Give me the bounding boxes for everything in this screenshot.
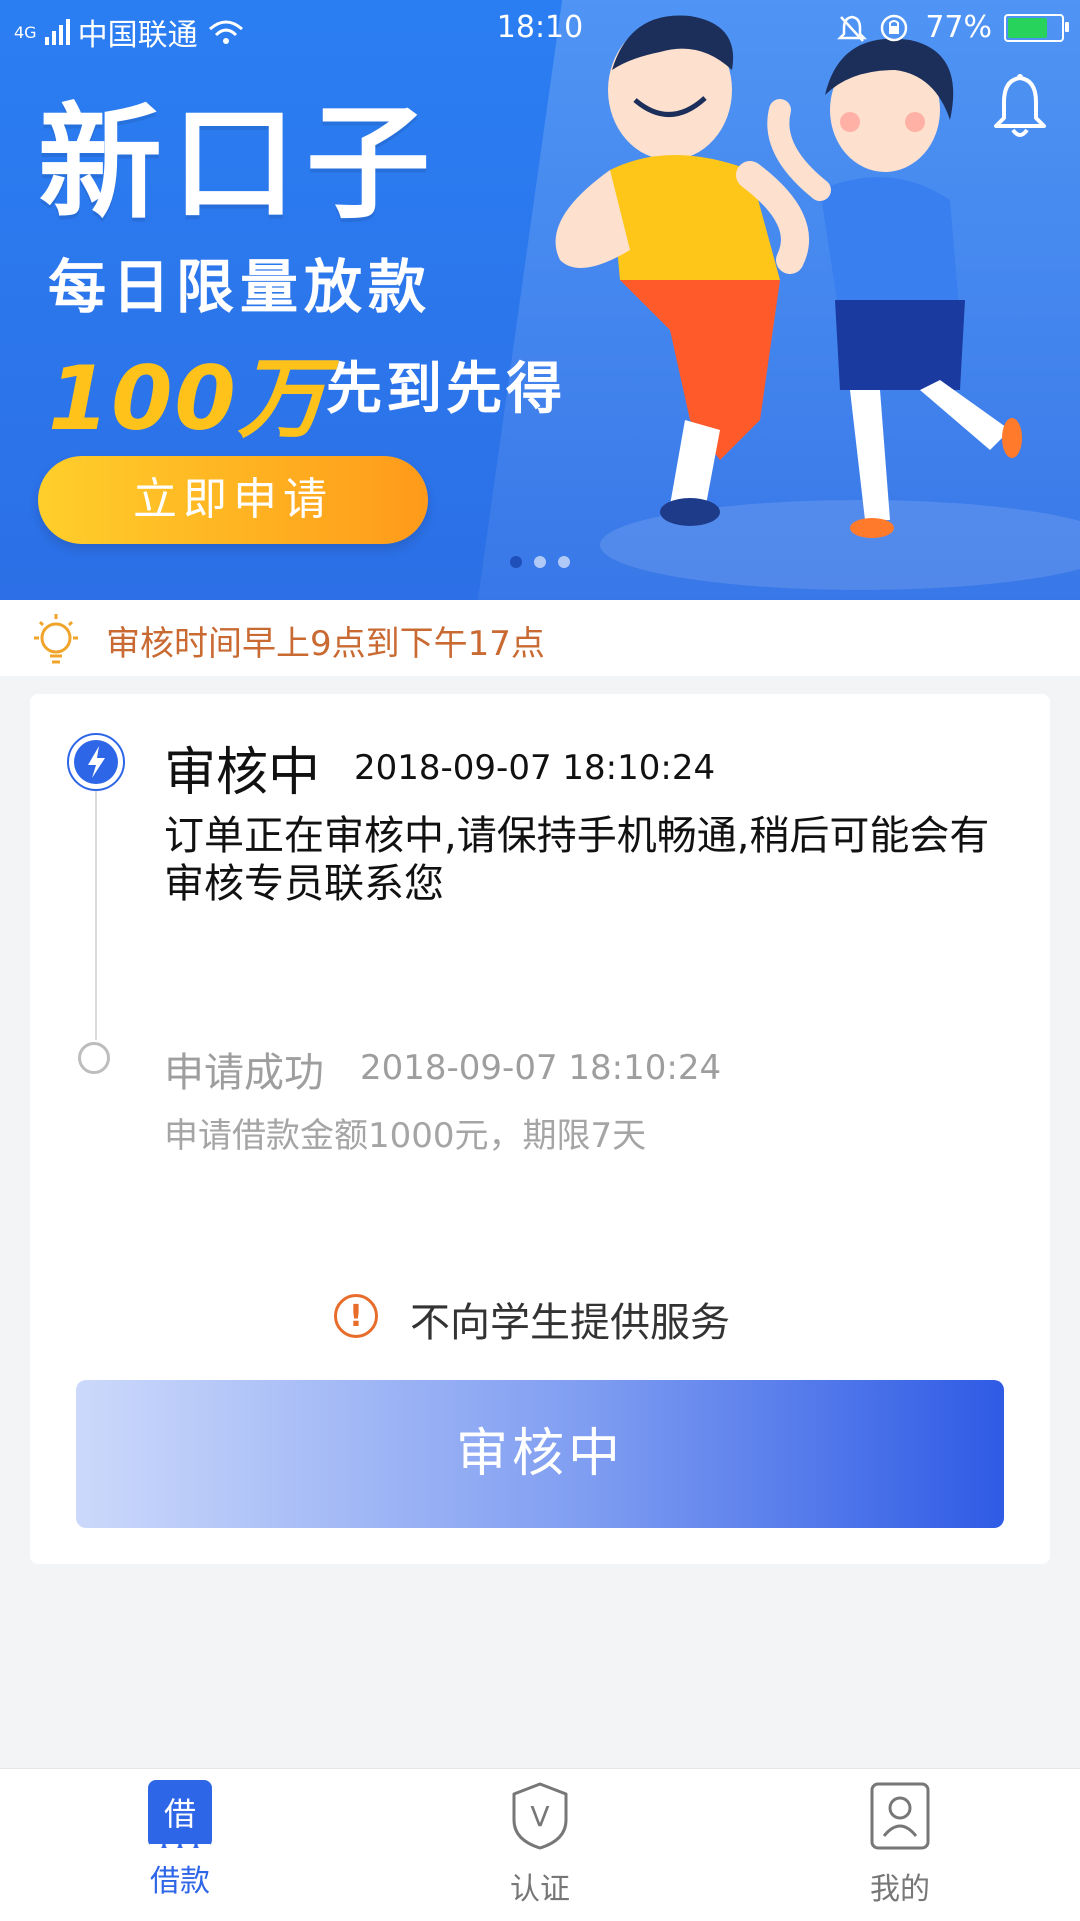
shield-icon-letter: V [530, 1800, 549, 1833]
pending-circle-icon [78, 1042, 110, 1074]
step-reviewing-time: 2018-09-07 18:10:24 [354, 748, 716, 788]
timeline-connector [95, 790, 97, 1040]
user-profile-icon [870, 1782, 930, 1850]
promo-amount: 100万 [48, 347, 328, 450]
nav-tab-loan[interactable]: 借 借款 [80, 1780, 280, 1900]
step-reviewing-desc: 订单正在审核中,请保持手机畅通,稍后可能会有审核专员联系您 [164, 813, 990, 907]
nav-tab-auth-label: 认证 [510, 1872, 570, 1907]
exclamation-icon: ! [334, 1294, 378, 1338]
rotation-lock-icon [881, 14, 908, 41]
banner-dot-2[interactable] [534, 556, 546, 568]
step-reviewing-title: 审核中 [164, 743, 321, 803]
step-applied-title: 申请成功 [164, 1050, 324, 1096]
lightning-bolt-icon [67, 733, 125, 791]
step-applied-time: 2018-09-07 18:10:24 [360, 1048, 722, 1088]
battery-percent: 77% [925, 10, 992, 45]
battery-icon [1004, 13, 1069, 42]
status-right: 77% [837, 10, 1069, 45]
banner-dot-3[interactable] [558, 556, 570, 568]
loan-icon: 借 [148, 1780, 212, 1854]
shield-icon: V [512, 1782, 568, 1850]
nav-tab-mine[interactable]: 我的 [800, 1780, 1000, 1908]
status-bar: 4G 中国联通 18:10 77% [0, 0, 1080, 56]
step-applied-desc: 申请借款金额1000元，期限7天 [164, 1116, 647, 1156]
nav-tab-loan-label: 借款 [150, 1864, 210, 1899]
promo-subtitle-limited: 每日限量放款 [48, 253, 433, 321]
reviewing-status-button[interactable]: 审核中 [76, 1380, 1004, 1528]
mute-bell-icon [837, 15, 868, 42]
banner-dot-1[interactable] [510, 556, 522, 568]
review-hours-text: 审核时间早上9点到下午17点 [106, 624, 545, 664]
nav-tab-auth[interactable]: V 认证 [440, 1780, 640, 1908]
lightbulb-icon [34, 614, 78, 664]
no-students-warning: 不向学生提供服务 [410, 1300, 730, 1346]
promo-banner[interactable]: 新口子 每日限量放款 100万 先到先得 立即申请 4G 中国联通 18:10 [0, 0, 1080, 600]
apply-now-button[interactable]: 立即申请 [38, 456, 428, 544]
banner-pagination [510, 556, 570, 568]
nav-tab-mine-label: 我的 [870, 1872, 930, 1907]
promo-subtitle-first-come: 先到先得 [326, 357, 566, 422]
bell-icon[interactable] [990, 72, 1050, 142]
promo-title: 新口子 [38, 92, 441, 236]
